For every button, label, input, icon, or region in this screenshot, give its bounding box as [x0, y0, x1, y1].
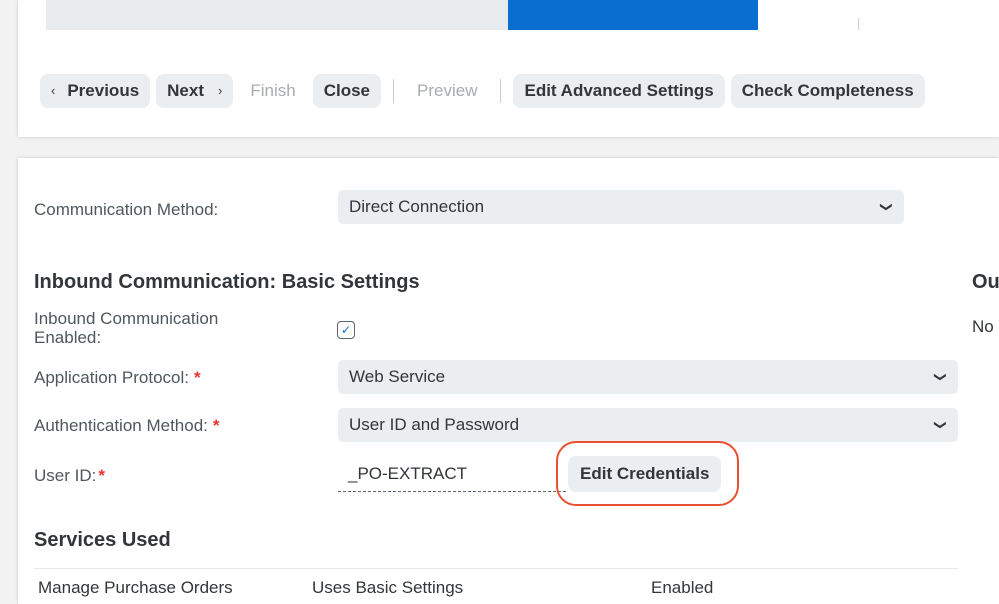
wizard-toolbar: ‹ Previous Next › Finish Close Preview E… [40, 73, 931, 109]
preview-button[interactable]: Preview [406, 74, 488, 108]
application-protocol-label-text: Application Protocol: [34, 368, 189, 387]
service-name: Manage Purchase Orders [38, 578, 233, 597]
authentication-method-value: User ID and Password [349, 415, 520, 434]
communication-method-select[interactable]: Direct Connection ❮ [338, 190, 904, 224]
checkmark-icon: ✓ [340, 323, 352, 337]
wizard-progress-bar [46, 0, 758, 30]
application-protocol-label: Application Protocol: * [34, 368, 201, 387]
chevron-right-icon: › [218, 83, 223, 98]
chevron-down-icon: ❮ [931, 419, 946, 431]
previous-button[interactable]: ‹ Previous [40, 74, 151, 108]
progress-divider [858, 18, 859, 30]
user-id-value: _PO-EXTRACT [348, 464, 468, 483]
authentication-method-label-text: Authentication Method: [34, 416, 208, 435]
chevron-down-icon: ❮ [931, 371, 946, 383]
outbound-value: No [972, 317, 994, 336]
outbound-section-title: Outbound Communication [972, 271, 999, 293]
user-id-label: User ID: * [34, 466, 105, 485]
toolbar-separator [393, 79, 395, 103]
chevron-down-icon: ❮ [877, 201, 892, 213]
finish-button[interactable]: Finish [239, 74, 306, 108]
check-completeness-button[interactable]: Check Completeness [730, 74, 925, 108]
communication-method-label: Communication Method: [34, 200, 219, 219]
inbound-enabled-label-line1: Inbound Communication [34, 309, 219, 328]
authentication-method-label: Authentication Method: * [34, 416, 220, 435]
communication-method-value: Direct Connection [349, 197, 485, 216]
inbound-enabled-label: Inbound Communication Enabled: [34, 309, 218, 347]
service-status: Enabled [651, 578, 714, 597]
services-section-title: Services Used [34, 529, 171, 551]
required-marker: * [98, 466, 105, 485]
authentication-method-select[interactable]: User ID and Password ❮ [338, 408, 958, 442]
user-id-underline [338, 491, 566, 492]
wizard-progress-current-step [508, 0, 758, 30]
edit-credentials-button[interactable]: Edit Credentials [568, 456, 722, 492]
application-protocol-value: Web Service [349, 367, 446, 386]
chevron-left-icon: ‹ [51, 83, 56, 98]
toolbar-separator [500, 79, 502, 103]
inbound-enabled-checkbox[interactable]: ✓ [337, 321, 355, 339]
next-button[interactable]: Next › [156, 74, 234, 108]
user-id-label-text: User ID: [34, 466, 97, 485]
application-protocol-select[interactable]: Web Service ❮ [338, 360, 958, 394]
inbound-section-title: Inbound Communication: Basic Settings [34, 271, 420, 293]
next-button-label: Next [167, 81, 205, 100]
required-marker: * [193, 368, 201, 387]
previous-button-label: Previous [67, 81, 140, 100]
service-settings: Uses Basic Settings [312, 578, 464, 597]
wizard-toolbar-card: ‹ Previous Next › Finish Close Preview E… [18, 0, 999, 137]
inbound-enabled-label-line2: Enabled: [34, 328, 102, 347]
services-table-divider [34, 568, 958, 569]
required-marker: * [212, 416, 220, 435]
close-button[interactable]: Close [312, 74, 382, 108]
edit-advanced-settings-button[interactable]: Edit Advanced Settings [513, 74, 725, 108]
